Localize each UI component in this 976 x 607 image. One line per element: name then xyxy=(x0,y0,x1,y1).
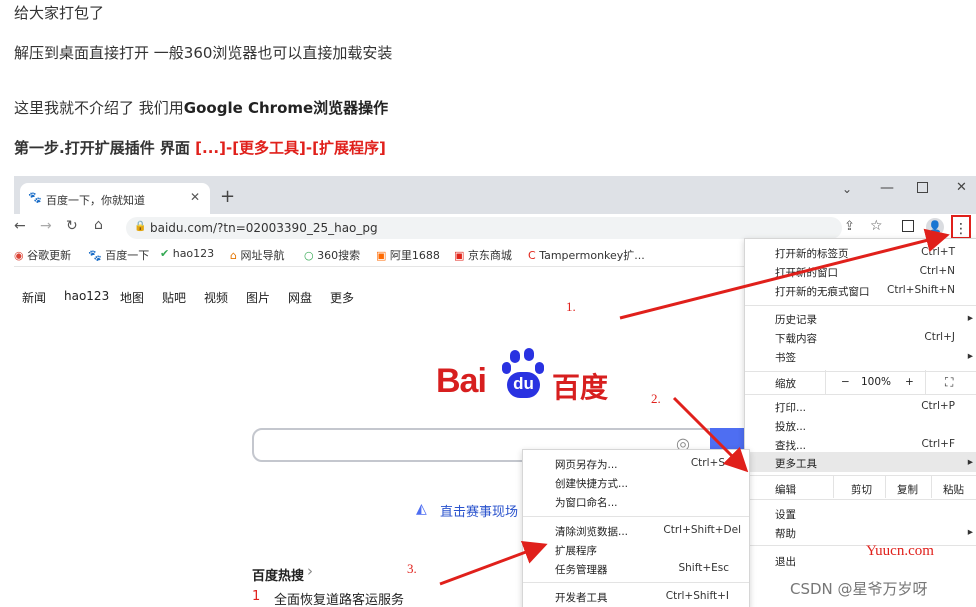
watermark-site: Yuucn.com xyxy=(866,543,934,559)
article-line-2: 解压到桌面直接打开 一般360浏览器也可以直接加载安装 xyxy=(14,44,393,62)
arrow-step-2 xyxy=(672,396,749,473)
arrow-step-1 xyxy=(619,228,950,320)
article-line-4-red: [...]-[更多工具]-[扩展程序] xyxy=(195,139,386,157)
article-line-4: 第一步.打开扩展插件 界面 [...]-[更多工具]-[扩展程序] xyxy=(14,137,386,158)
watermark-author: CSDN @星爷万岁呀 xyxy=(790,580,928,598)
article-line-3: 这里我就不介绍了 我们用Google Chrome浏览器操作 xyxy=(14,97,388,118)
article-line-3-prefix: 这里我就不介绍了 我们用 xyxy=(14,99,184,117)
article-line-4-bold: 第一步.打开扩展插件 界面 xyxy=(14,139,196,157)
browser-screenshot: 🐾 百度一下，你就知道 ✕ + ⌄ — ✕ ← → ↻ ⌂ 🔒 baidu.co… xyxy=(14,176,976,607)
article-line-1: 给大家打包了 xyxy=(14,4,105,22)
article-line-3-bold: Google Chrome浏览器操作 xyxy=(183,99,389,117)
annotation-arrows xyxy=(439,228,950,586)
arrow-step-3 xyxy=(439,541,548,586)
